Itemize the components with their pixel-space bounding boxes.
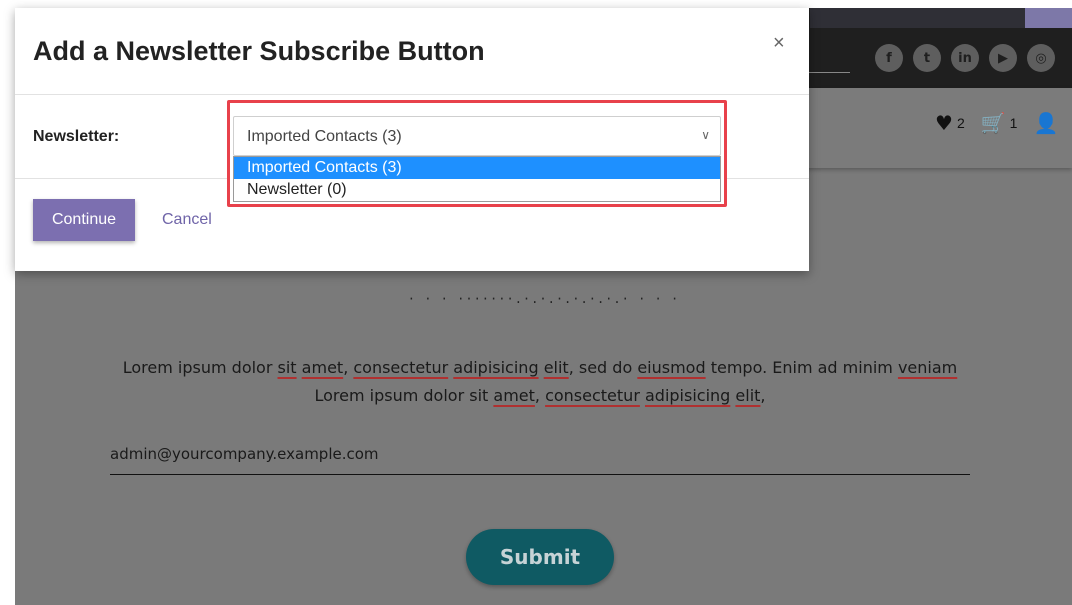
cart-link[interactable]: 🛒 1: [981, 111, 1018, 135]
body-text: Lorem ipsum dolor sit amet, consectetur …: [122, 358, 958, 405]
newsletter-label: Newsletter:: [33, 128, 120, 145]
chevron-down-icon: ∨: [701, 128, 710, 142]
footer-divider: [15, 178, 229, 179]
instagram-icon[interactable]: ◎: [1027, 44, 1055, 72]
continue-button[interactable]: Continue: [33, 199, 135, 241]
user-link[interactable]: 👤: [1033, 111, 1058, 135]
cart-count: 1: [1009, 115, 1018, 131]
user-icon: 👤: [1033, 111, 1059, 135]
topbar-divider: [805, 72, 850, 73]
email-field[interactable]: admin@yourcompany.example.com: [110, 445, 970, 475]
topbar-accent-purple: [1025, 8, 1072, 28]
youtube-icon[interactable]: ▶: [989, 44, 1017, 72]
close-icon[interactable]: ×: [773, 32, 785, 55]
newsletter-modal: Add a Newsletter Subscribe Button × News…: [15, 8, 809, 271]
newsletter-select[interactable]: Imported Contacts (3) ∨: [233, 116, 721, 156]
wishlist-count: 2: [956, 115, 965, 131]
newsletter-options: Imported Contacts (3) Newsletter (0): [233, 156, 721, 202]
header-actions: ♥ 2 🛒 1 👤: [935, 111, 1058, 135]
modal-divider: [15, 94, 809, 95]
wishlist-link[interactable]: ♥ 2: [935, 111, 965, 135]
cart-icon: 🛒: [980, 111, 1006, 135]
social-links: f t in ▶ ◎: [875, 44, 1055, 72]
modal-title: Add a Newsletter Subscribe Button: [33, 36, 485, 66]
selected-value: Imported Contacts (3): [247, 128, 402, 145]
facebook-icon[interactable]: f: [875, 44, 903, 72]
linkedin-icon[interactable]: in: [951, 44, 979, 72]
footer-divider-right: [727, 178, 809, 179]
submit-button[interactable]: Submit: [466, 529, 614, 585]
option-newsletter[interactable]: Newsletter (0): [234, 179, 720, 201]
topbar-accent: [810, 8, 1040, 28]
cancel-button[interactable]: Cancel: [162, 211, 212, 229]
decorative-dots: · · · ·······.·.·.·.·.·.·.· · · ·: [407, 292, 680, 306]
heart-icon: ♥: [935, 111, 953, 135]
option-imported-contacts[interactable]: Imported Contacts (3): [234, 157, 720, 179]
twitter-icon[interactable]: t: [913, 44, 941, 72]
